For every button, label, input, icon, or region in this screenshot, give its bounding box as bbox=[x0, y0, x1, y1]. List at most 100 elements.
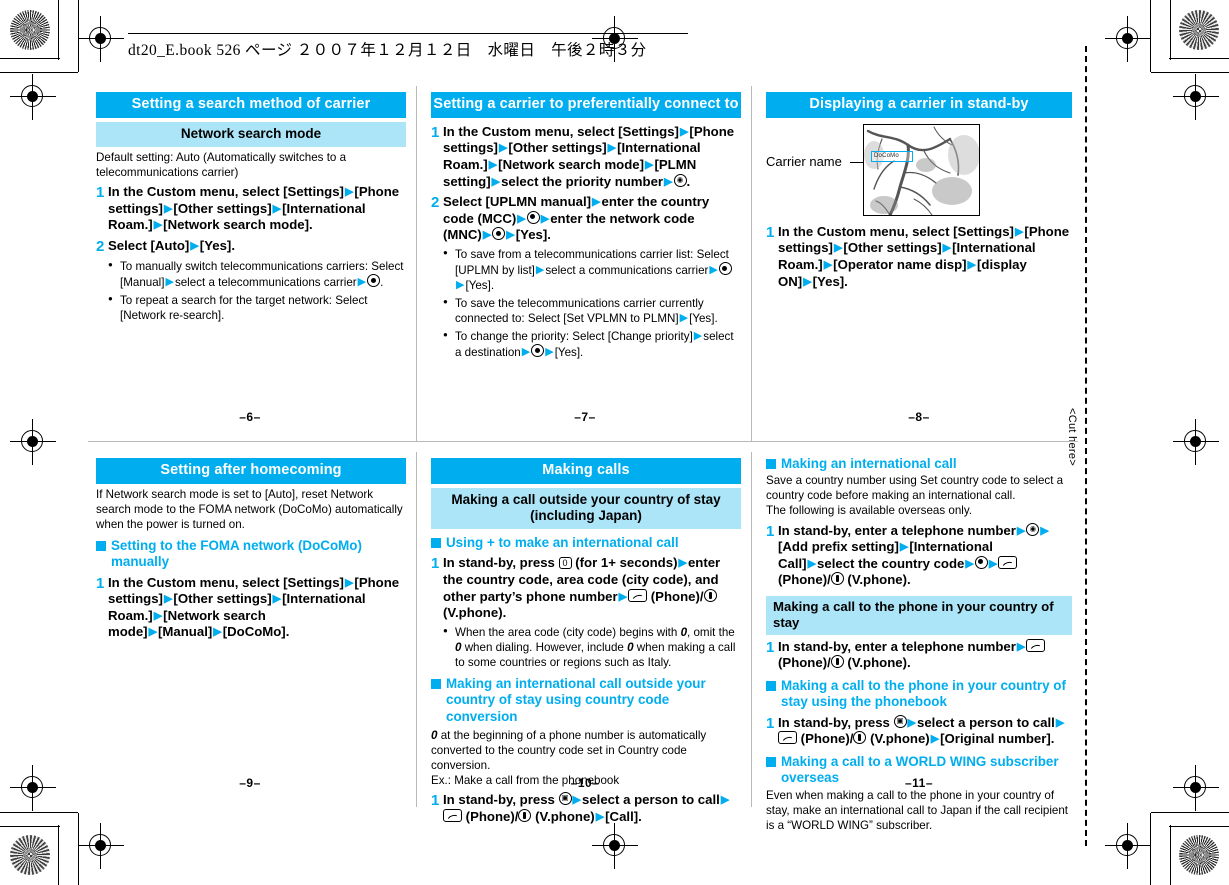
section-heading: Setting to the FOMA network (DoCoMo) man… bbox=[96, 538, 406, 571]
step-part: (V.phone) bbox=[535, 808, 595, 824]
arrow-icon: ▶ bbox=[163, 593, 173, 606]
step-part: (Phone)/ bbox=[778, 572, 831, 588]
step-number: 1 bbox=[431, 123, 440, 141]
intro-text: Default setting: Auto (Automatically swi… bbox=[96, 150, 347, 179]
arrow-icon: ▶ bbox=[456, 279, 465, 292]
arrow-icon: ▶ bbox=[163, 202, 173, 215]
arrow-icon: ▶ bbox=[1040, 524, 1049, 537]
figure-standby-screen: Carrier name DoCoMo bbox=[766, 123, 1072, 216]
call-key-icon bbox=[443, 808, 462, 822]
step-part: . bbox=[686, 173, 691, 189]
step-part: [Operator name disp] bbox=[833, 256, 967, 272]
panel-setting-after-homecoming: Setting after homecoming If Network sear… bbox=[96, 458, 406, 641]
folio-page-8: –8– bbox=[908, 410, 930, 424]
step-text: Select [UPLMN manual]▶enter the country … bbox=[443, 194, 741, 244]
note-text: When the area code (city code) begins wi… bbox=[455, 625, 741, 670]
step-part: In stand-by, press bbox=[778, 714, 890, 730]
zero-key-icon: 0 bbox=[558, 557, 572, 570]
arrow-icon: ▶ bbox=[488, 158, 498, 171]
arrow-icon: ▶ bbox=[545, 346, 554, 359]
arrow-icon: ▶ bbox=[803, 275, 812, 288]
step: 1 In stand-by, press ▣ ▶select a person t… bbox=[431, 792, 741, 825]
note-part: [Yes]. bbox=[689, 312, 718, 326]
folio-page-11: –11– bbox=[904, 776, 934, 790]
step-number: 1 bbox=[431, 555, 440, 573]
arrow-icon: ▶ bbox=[1055, 716, 1065, 729]
folio-page-10: –10– bbox=[570, 776, 600, 790]
step-number: 1 bbox=[766, 522, 775, 540]
videophone-key-icon bbox=[853, 731, 867, 745]
call-key-icon bbox=[998, 555, 1018, 569]
folio-page-7: –7– bbox=[574, 410, 596, 424]
arrow-icon: ▶ bbox=[1014, 225, 1024, 238]
note-part: To change the priority: Select [Change p… bbox=[455, 330, 693, 344]
step-part: [Yes]. bbox=[515, 227, 551, 243]
step-part: In stand-by, press bbox=[443, 555, 555, 571]
arrow-icon: ▶ bbox=[664, 175, 673, 188]
panel-title: Setting after homecoming bbox=[96, 458, 406, 484]
arrow-icon: ▶ bbox=[572, 794, 582, 807]
step: 2 Select [Auto]▶[Yes]. bbox=[96, 238, 406, 256]
bullet-icon bbox=[443, 247, 455, 293]
arrow-icon: ▶ bbox=[1016, 524, 1026, 537]
arrow-icon: ▶ bbox=[506, 229, 515, 242]
arrow-icon: ▶ bbox=[930, 733, 940, 746]
outro-text: Even when making a call to the phone in … bbox=[766, 788, 1069, 832]
step-part: [DoCoMo]. bbox=[222, 624, 290, 640]
note: To save from a telecommunications carrie… bbox=[431, 247, 741, 293]
step-part: (Phone)/ bbox=[800, 731, 854, 747]
step-part: select the country code bbox=[817, 555, 965, 571]
step-part: In the Custom menu, select [Settings] bbox=[778, 223, 1014, 239]
bullet-icon bbox=[108, 259, 120, 290]
arrow-icon: ▶ bbox=[357, 276, 367, 289]
step-part: (V.phone) bbox=[870, 731, 930, 747]
note: When the area code (city code) begins wi… bbox=[431, 625, 741, 670]
step: 1 In stand-by, enter a telephone number▶… bbox=[766, 638, 1072, 672]
folio-page-6: –6– bbox=[239, 410, 261, 424]
note-part: when dialing. However, include bbox=[464, 640, 624, 654]
panel-preferential-carrier: Setting a carrier to preferentially conn… bbox=[431, 92, 741, 360]
arrow-icon: ▶ bbox=[595, 810, 605, 823]
arrow-icon: ▶ bbox=[679, 312, 689, 325]
arrow-icon: ▶ bbox=[607, 142, 617, 155]
arrow-icon: ▶ bbox=[344, 185, 354, 198]
step-number: 2 bbox=[96, 237, 105, 255]
intro-text: Save a country number using Set country … bbox=[766, 474, 1064, 503]
arrow-icon: ▶ bbox=[679, 125, 689, 138]
column-divider bbox=[416, 452, 417, 807]
step-part: select a person to call bbox=[917, 714, 1055, 730]
step-part: (Phone)/ bbox=[778, 655, 831, 671]
arrow-icon: ▶ bbox=[148, 626, 158, 639]
body-part: at the beginning of a phone number is au… bbox=[431, 729, 707, 773]
note-zero: 0 bbox=[627, 640, 634, 654]
step-part: (V.phone). bbox=[443, 605, 507, 621]
carrier-name-highlight: DoCoMo bbox=[871, 150, 913, 162]
phonebook-key-icon: ▣ bbox=[893, 714, 907, 728]
step-part: [Manual] bbox=[158, 624, 213, 640]
arrow-icon: ▶ bbox=[833, 242, 843, 255]
intro-text-2: The following is available overseas only… bbox=[766, 504, 973, 518]
panel-making-calls: Making calls Making a call outside your … bbox=[431, 458, 741, 826]
section-heading: Using + to make an international call bbox=[431, 535, 741, 551]
note-part: To save the telecommunications carrier c… bbox=[455, 297, 704, 326]
videophone-key-icon bbox=[830, 655, 844, 669]
note: To save the telecommunications carrier c… bbox=[431, 296, 741, 326]
step-part: [Other settings] bbox=[173, 200, 272, 216]
arrow-icon: ▶ bbox=[517, 212, 526, 225]
sheet: Setting a search method of carrier Netwo… bbox=[0, 0, 1229, 885]
note-part: When the area code (city code) begins wi… bbox=[455, 625, 678, 639]
step-part: In the Custom menu, select [Settings] bbox=[108, 574, 344, 590]
bullet-icon bbox=[443, 296, 455, 326]
arrow-icon: ▶ bbox=[907, 716, 917, 729]
step-text: In stand-by, enter a telephone number▶ ◉ ▶… bbox=[778, 522, 1072, 590]
step-text: In stand-by, enter a telephone number▶ (… bbox=[778, 638, 1072, 672]
section-heading: Making an international call outside you… bbox=[431, 676, 741, 725]
step-number: 1 bbox=[431, 792, 440, 810]
step: 1 In stand-by, press 0 (for 1+ seconds)▶… bbox=[431, 555, 741, 622]
step-part: [Other settings] bbox=[843, 240, 942, 256]
note: To change the priority: Select [Change p… bbox=[431, 329, 741, 360]
center-key-icon bbox=[531, 344, 545, 358]
step-text: In the Custom menu, select [Settings]▶[P… bbox=[778, 224, 1072, 291]
step-number: 1 bbox=[96, 183, 105, 201]
step-number: 2 bbox=[431, 194, 440, 212]
